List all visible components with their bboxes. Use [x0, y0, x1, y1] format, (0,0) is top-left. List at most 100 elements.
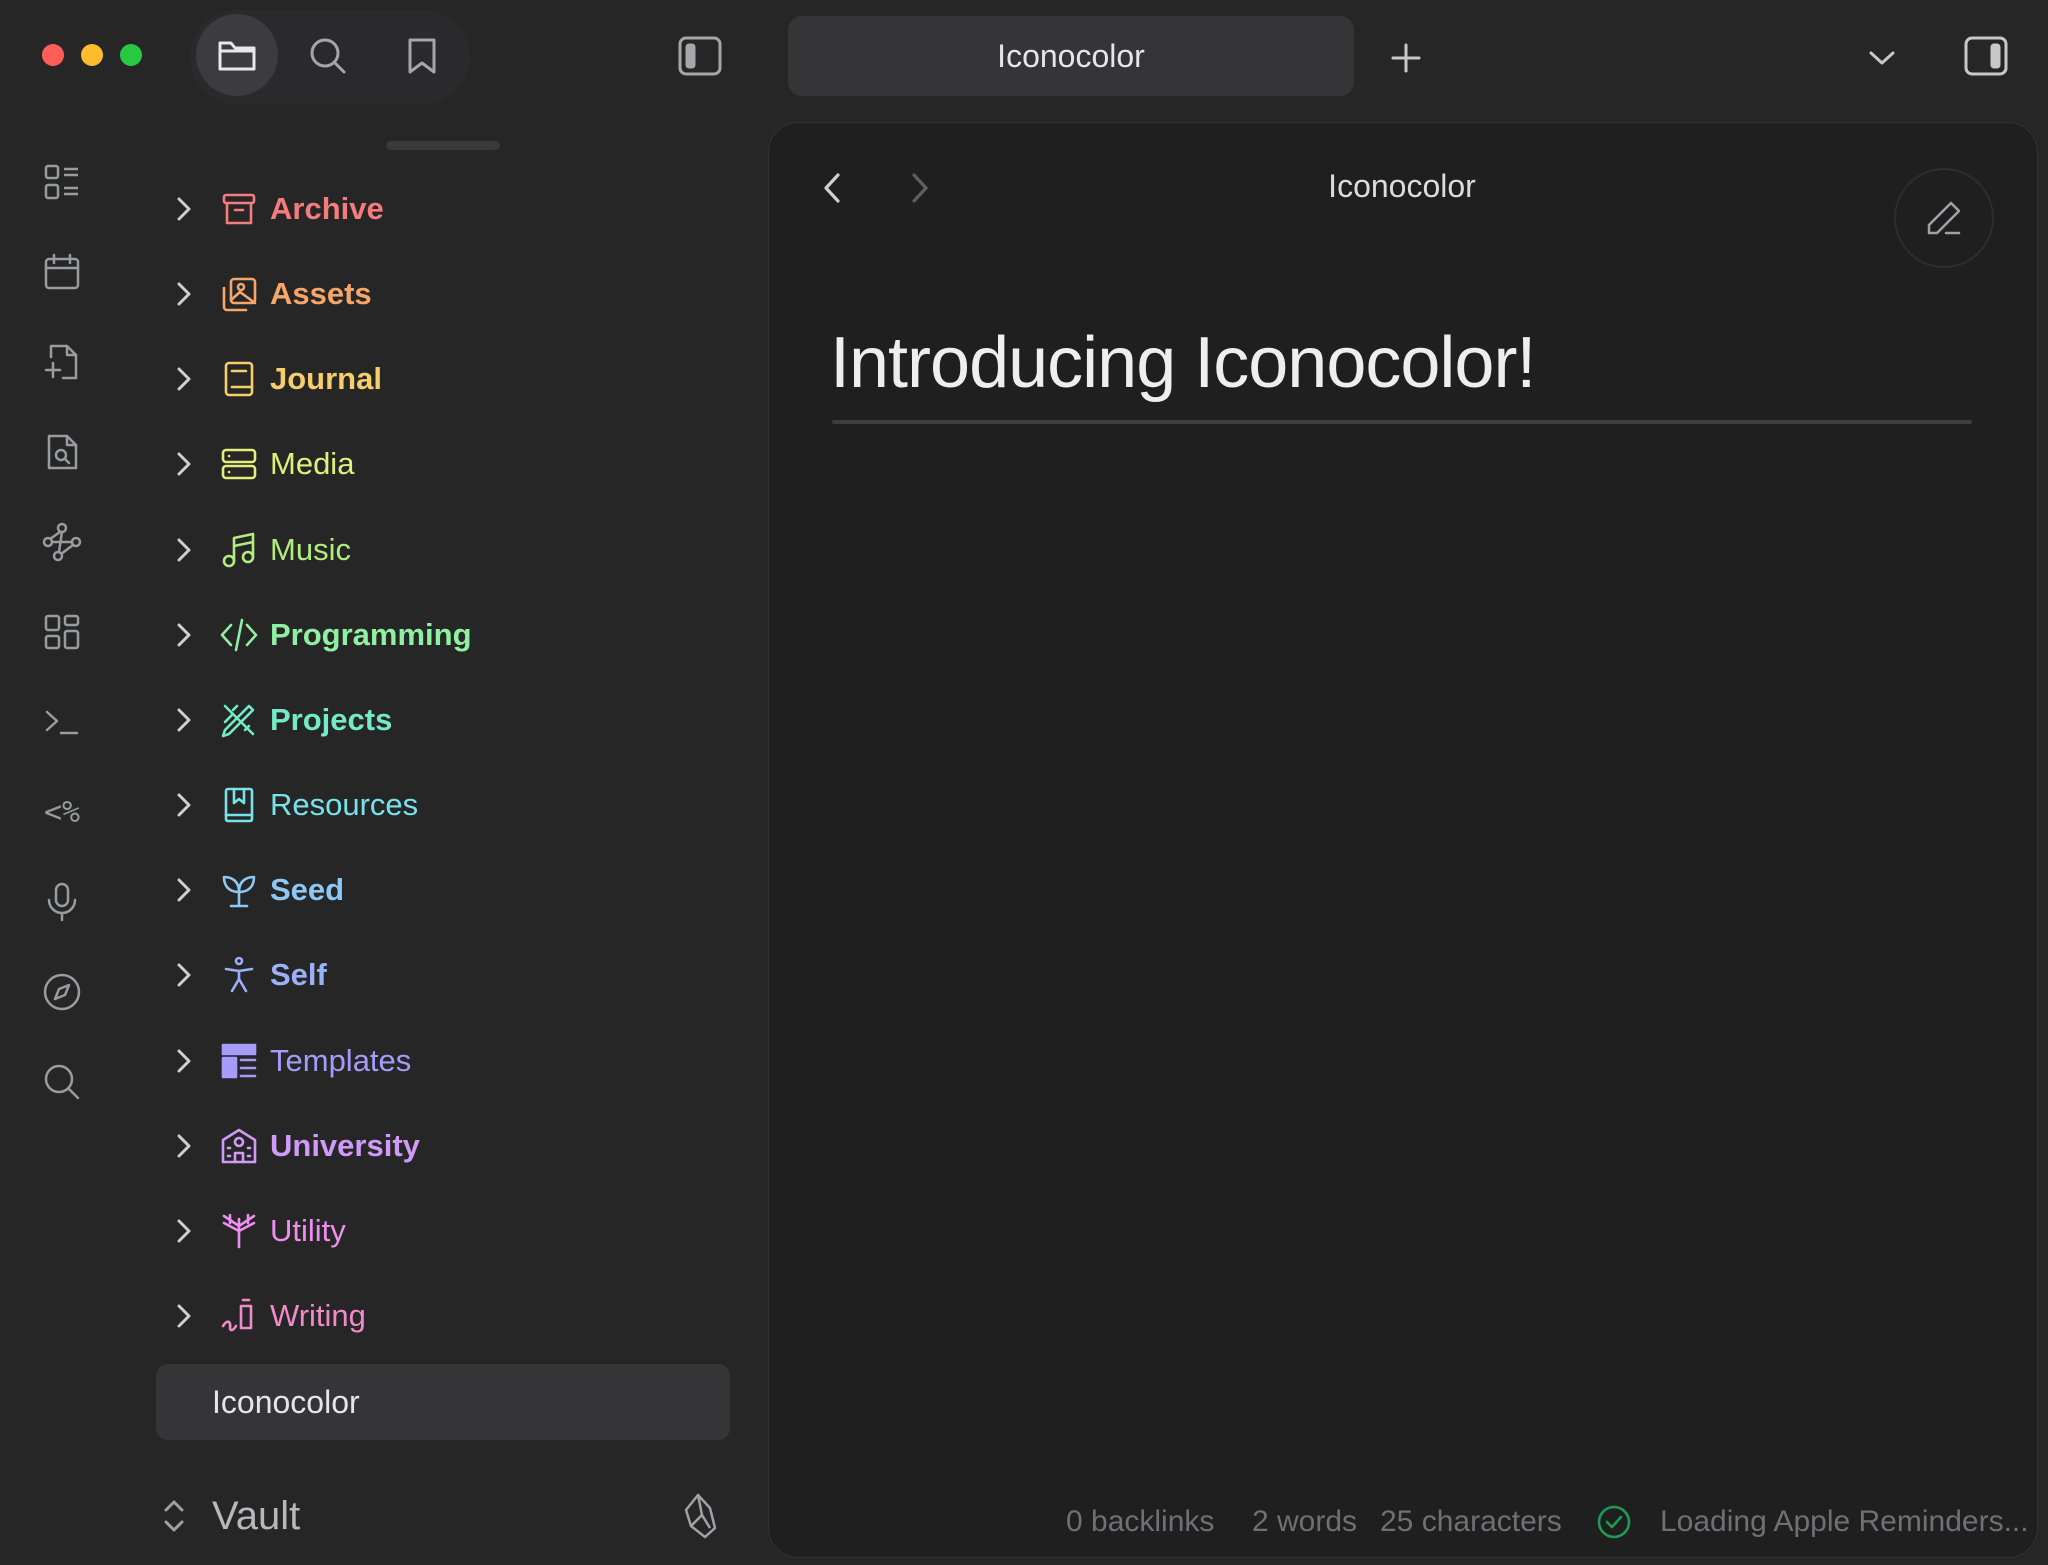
canvas-button[interactable] — [38, 608, 86, 656]
templater-icon: <% — [43, 794, 81, 830]
sidebar-left-icon — [678, 36, 722, 76]
folder-item-media[interactable]: Media — [156, 429, 726, 499]
chevron-left-icon — [821, 171, 843, 205]
chevron-right-icon[interactable] — [156, 259, 212, 329]
window-minimize-button[interactable] — [81, 44, 103, 66]
writing-icon — [217, 1294, 261, 1338]
grid-icon — [43, 613, 81, 651]
chevron-right-icon[interactable] — [156, 600, 212, 670]
daily-note-button[interactable] — [38, 248, 86, 296]
search-button[interactable] — [38, 1058, 86, 1106]
vault-name: Vault — [212, 1493, 301, 1538]
explore-button[interactable] — [38, 968, 86, 1016]
folder-label: University — [270, 1127, 420, 1163]
dashboard-list-icon — [43, 163, 81, 201]
window-zoom-button[interactable] — [120, 44, 142, 66]
sprout-icon — [217, 868, 261, 912]
chevron-right-icon[interactable] — [156, 940, 212, 1010]
file-search-icon — [43, 433, 81, 471]
chevron-right-icon[interactable] — [156, 855, 212, 925]
folder-label: Media — [270, 446, 355, 482]
folder-label: Assets — [270, 276, 372, 312]
folder-label: Self — [270, 957, 327, 993]
folder-item-templates[interactable]: Templates — [156, 1026, 726, 1096]
folder-item-resources[interactable]: Resources — [156, 770, 726, 840]
chevron-right-icon — [909, 171, 931, 205]
toggle-right-sidebar-button[interactable] — [1962, 34, 2010, 78]
folder-item-seed[interactable]: Seed — [156, 855, 726, 925]
folder-item-self[interactable]: Self — [156, 940, 726, 1010]
folder-item-writing[interactable]: Writing — [156, 1281, 726, 1351]
folder-label: Writing — [270, 1297, 366, 1333]
folder-label: Resources — [270, 787, 419, 823]
obsidian-logo-icon — [680, 1492, 724, 1540]
status-backlinks[interactable]: 0 backlinks — [1066, 1502, 1214, 1542]
microphone-icon — [45, 882, 79, 922]
back-button[interactable] — [814, 168, 850, 208]
sidebar-right-icon — [1964, 36, 2008, 76]
edit-mode-button[interactable] — [1894, 168, 1994, 268]
search-view-button[interactable] — [306, 34, 350, 78]
book-icon — [217, 357, 261, 401]
folder-label: Utility — [270, 1212, 346, 1248]
calendar-icon — [43, 253, 81, 291]
find-file-button[interactable] — [38, 428, 86, 476]
code-icon — [217, 613, 261, 657]
folder-label: Programming — [270, 616, 472, 652]
chevron-right-icon[interactable] — [156, 429, 212, 499]
folder-item-programming[interactable]: Programming — [156, 600, 726, 670]
tab-iconocolor[interactable]: Iconocolor — [788, 16, 1354, 96]
sidebar-drag-handle[interactable] — [386, 141, 500, 150]
antenna-icon — [217, 1209, 261, 1253]
dashboard-list-button[interactable] — [38, 158, 86, 206]
templater-button[interactable]: <% — [38, 788, 86, 836]
music-icon — [217, 528, 261, 572]
chevron-right-icon[interactable] — [156, 770, 212, 840]
folder-item-projects[interactable]: Projects — [156, 685, 726, 755]
graph-view-button[interactable] — [38, 518, 86, 566]
chevron-right-icon[interactable] — [156, 174, 212, 244]
chevron-right-icon[interactable] — [156, 1111, 212, 1181]
archive-icon — [217, 187, 261, 231]
folder-label: Projects — [270, 701, 393, 737]
chevron-right-icon[interactable] — [156, 1026, 212, 1096]
forward-button[interactable] — [902, 168, 938, 208]
chevron-up-down-icon — [156, 1496, 192, 1536]
tab-list-button[interactable] — [1860, 38, 1904, 78]
toggle-left-sidebar-button[interactable] — [676, 34, 724, 78]
new-note-button[interactable] — [38, 338, 86, 386]
bookmarks-view-button[interactable] — [400, 34, 444, 78]
chevron-right-icon[interactable] — [156, 1281, 212, 1351]
chevron-right-icon[interactable] — [156, 515, 212, 585]
status-word-count: 2 words — [1252, 1505, 1358, 1538]
window-close-button[interactable] — [42, 44, 64, 66]
folder-item-music[interactable]: Music — [156, 515, 726, 585]
folder-item-journal[interactable]: Journal — [156, 344, 726, 414]
view-header-title[interactable]: Iconocolor — [1200, 168, 1604, 205]
folder-item-university[interactable]: University — [156, 1111, 726, 1181]
chevron-right-icon[interactable] — [156, 1196, 212, 1266]
folder-item-assets[interactable]: Assets — [156, 259, 726, 329]
files-view-button[interactable] — [196, 14, 278, 96]
document-heading[interactable]: Introducing Iconocolor! — [830, 322, 1536, 404]
new-tab-button[interactable] — [1384, 36, 1428, 80]
chevron-right-icon[interactable] — [156, 685, 212, 755]
folder-item-utility[interactable]: Utility — [156, 1196, 726, 1266]
chevron-right-icon[interactable] — [156, 344, 212, 414]
vault-switcher[interactable]: Vault — [156, 1484, 726, 1548]
search-icon — [42, 1062, 82, 1102]
sync-status-button[interactable] — [1596, 1504, 1632, 1540]
terminal-button[interactable] — [38, 698, 86, 746]
school-icon — [217, 1124, 261, 1168]
help-button[interactable] — [680, 1492, 724, 1542]
status-character-count: 25 characters — [1380, 1505, 1562, 1538]
file-label: Iconocolor — [212, 1383, 360, 1420]
graph-icon — [42, 522, 82, 562]
terminal-icon — [43, 707, 81, 737]
folder-item-archive[interactable]: Archive — [156, 174, 726, 244]
folder-label: Seed — [270, 872, 345, 908]
file-item-iconocolor[interactable]: Iconocolor — [156, 1364, 730, 1440]
compass-icon — [42, 972, 82, 1012]
voice-button[interactable] — [38, 878, 86, 926]
folder-label: Journal — [270, 361, 382, 397]
